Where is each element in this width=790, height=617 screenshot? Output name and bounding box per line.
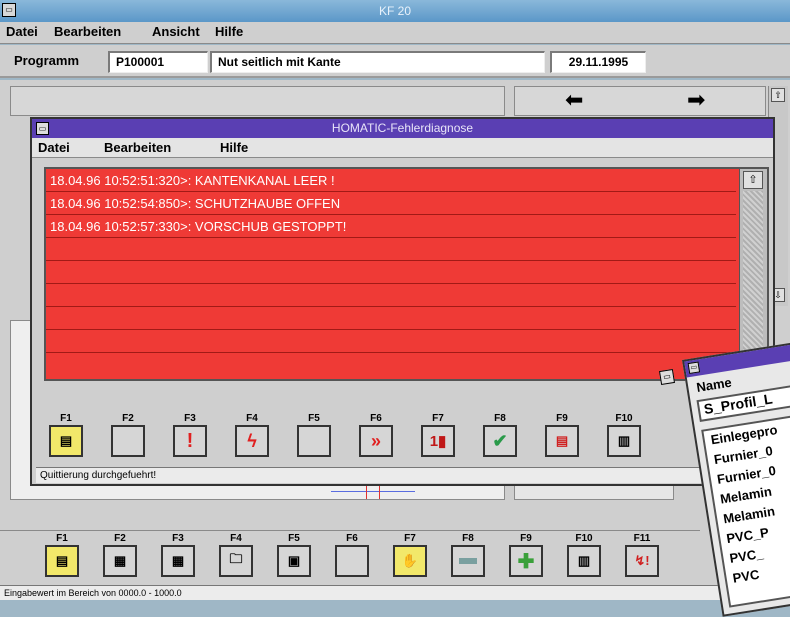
blank-icon — [297, 425, 331, 457]
dialog-f8-button[interactable]: F8 ✔ — [480, 413, 520, 457]
check-icon: ✔ — [483, 425, 517, 457]
menu-bearbeiten[interactable]: Bearbeiten — [54, 24, 121, 39]
arrow-left-icon[interactable]: ⬅ — [565, 89, 583, 111]
profile-system-menu-icon[interactable]: ▭ — [687, 361, 701, 375]
main-f2-button[interactable]: F2 ▦ — [100, 533, 140, 577]
window-system-menu-icon[interactable]: ▭ — [658, 368, 676, 386]
error-row[interactable]: 18.04.96 10:52:57:330>: VORSCHUB GESTOPP… — [46, 215, 736, 238]
main-fkey-bar: F1 ▤ F2 ▦ F3 ▦ F4 🗀 F5 ▣ F6 F7 ✋ F8 F9 ✚ F10 ▥ F… — [0, 530, 700, 584]
table-icon: ▥ — [567, 545, 601, 577]
hand-tool-icon: ✋ — [393, 545, 427, 577]
plus-icon: ✚ — [509, 545, 543, 577]
menu-datei[interactable]: Datei — [6, 24, 38, 39]
dialog-f6-button[interactable]: F6» — [356, 413, 396, 457]
dialog-f3-button[interactable]: F3! — [170, 413, 210, 457]
save-icon: ▣ — [277, 545, 311, 577]
grid-icon: ▦ — [103, 545, 137, 577]
main-menubar: Datei Bearbeiten Ansicht Hilfe — [0, 22, 790, 44]
error-exit-icon: ↯! — [625, 545, 659, 577]
main-status-bar: Eingabewert im Bereich von 0000.0 - 1000… — [0, 585, 790, 600]
empty-row — [46, 353, 736, 376]
diagnosis-dialog: HOMATIC-Fehlerdiagnose ▭ Datei Bearbeite… — [30, 117, 775, 486]
system-menu-icon[interactable]: ▭ — [2, 3, 16, 17]
name-column-header: Name — [695, 374, 733, 395]
arrow-right-icon[interactable]: ➡ — [687, 89, 705, 111]
dialog-menu-bearbeiten[interactable]: Bearbeiten — [104, 140, 171, 155]
exclamation-icon: ! — [173, 425, 207, 457]
empty-row — [46, 238, 736, 261]
main-f11-button[interactable]: F11 ↯! — [622, 533, 662, 577]
dialog-status-bar: Quittierung durchgefuehrt! — [36, 467, 769, 483]
dialog-title: HOMATIC-Fehlerdiagnose — [331, 121, 474, 135]
scroll-up-icon[interactable]: ⇧ — [743, 171, 763, 189]
table-icon: ▥ — [607, 425, 641, 457]
dialog-f10-button[interactable]: F10 ▥ — [604, 413, 644, 457]
main-f9-button[interactable]: F9 ✚ — [506, 533, 546, 577]
main-titlebar: KF 20 — [0, 0, 790, 22]
scroll-up-icon[interactable]: ⇧ — [771, 88, 785, 102]
empty-row — [46, 307, 736, 330]
main-f4-button[interactable]: F4 🗀 — [216, 533, 256, 577]
main-f5-button[interactable]: F5 ▣ — [274, 533, 314, 577]
main-f3-button[interactable]: F3 ▦ — [158, 533, 198, 577]
input-panel — [10, 86, 505, 116]
program-label: Programm — [14, 53, 80, 68]
main-f7-button[interactable]: F7 ✋ — [390, 533, 430, 577]
main-f8-button[interactable]: F8 — [448, 533, 488, 577]
dialog-menu-datei[interactable]: Datei — [38, 140, 70, 155]
minus-icon — [451, 545, 485, 577]
program-id-field[interactable]: P100001 — [108, 51, 208, 73]
program-date-field[interactable]: 29.11.1995 — [550, 51, 646, 73]
menu-ansicht[interactable]: Ansicht — [152, 24, 200, 39]
menu-hilfe[interactable]: Hilfe — [215, 24, 243, 39]
program-row: Programm P100001 Nut seitlich mit Kante … — [0, 45, 790, 78]
folder-open-icon: 🗀 — [219, 545, 253, 577]
dialog-menu-hilfe[interactable]: Hilfe — [220, 140, 248, 155]
lightning-icon: ϟ — [235, 425, 269, 457]
main-f6-button[interactable]: F6 — [332, 533, 372, 577]
fast-forward-icon: » — [359, 425, 393, 457]
dialog-system-menu-icon[interactable]: ▭ — [36, 122, 49, 135]
empty-row — [46, 330, 736, 353]
book-icon: ▤ — [49, 425, 83, 457]
dialog-titlebar: HOMATIC-Fehlerdiagnose — [32, 119, 773, 138]
dialog-f9-button[interactable]: F9 ▤ — [542, 413, 582, 457]
dialog-f7-button[interactable]: F7 1▮ — [418, 413, 458, 457]
main-title: KF 20 — [378, 4, 411, 18]
program-name-field[interactable]: Nut seitlich mit Kante — [210, 51, 545, 73]
list-icon: ▤ — [545, 425, 579, 457]
dialog-f1-button[interactable]: F1 ▤ — [46, 413, 86, 457]
main-f1-button[interactable]: F1 ▤ — [42, 533, 82, 577]
blank-icon — [111, 425, 145, 457]
dialog-f5-button[interactable]: F5 — [294, 413, 334, 457]
error-row[interactable]: 18.04.96 10:52:51:320>: KANTENKANAL LEER… — [46, 169, 736, 192]
blank-icon — [335, 545, 369, 577]
grid-plus-icon: ▦ — [161, 545, 195, 577]
stop-bars-icon: 1▮ — [421, 425, 455, 457]
dialog-menubar: Datei Bearbeiten Hilfe — [32, 138, 773, 158]
book-icon: ▤ — [45, 545, 79, 577]
dialog-f4-button[interactable]: F4 ϟ — [232, 413, 272, 457]
navigation-panel: ⬅ ➡ — [514, 86, 766, 116]
empty-row — [46, 261, 736, 284]
error-message-list[interactable]: 18.04.96 10:52:51:320>: KANTENKANAL LEER… — [44, 167, 769, 381]
empty-row — [46, 284, 736, 307]
error-row[interactable]: 18.04.96 10:52:54:850>: SCHUTZHAUBE OFFE… — [46, 192, 736, 215]
main-f10-button[interactable]: F10 ▥ — [564, 533, 604, 577]
dialog-f2-button[interactable]: F2 — [108, 413, 148, 457]
